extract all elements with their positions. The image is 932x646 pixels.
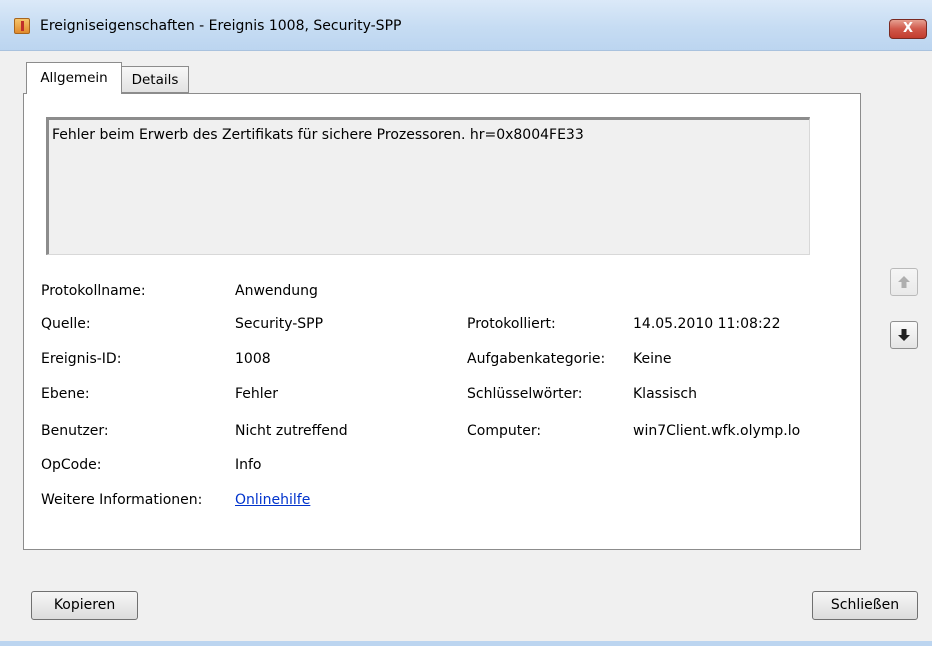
event-id-label: Ereignis-ID: xyxy=(41,351,122,367)
event-viewer-icon xyxy=(14,18,30,34)
event-id-value: 1008 xyxy=(235,351,271,367)
previous-event-button[interactable] xyxy=(890,268,918,296)
user-value: Nicht zutreffend xyxy=(235,423,348,439)
arrow-up-icon xyxy=(898,276,910,288)
log-name-value: Anwendung xyxy=(235,283,318,299)
source-label: Quelle: xyxy=(41,316,91,332)
logged-label: Protokolliert: xyxy=(467,316,556,332)
source-value: Security-SPP xyxy=(235,316,324,332)
logged-value: 14.05.2010 11:08:22 xyxy=(633,316,781,332)
task-category-label: Aufgabenkategorie: xyxy=(467,351,606,367)
arrow-down-icon xyxy=(898,329,910,341)
user-label: Benutzer: xyxy=(41,423,109,439)
keywords-label: Schlüsselwörter: xyxy=(467,386,583,402)
tab-details[interactable]: Details xyxy=(122,66,189,93)
log-name-label: Protokollname: xyxy=(41,283,146,299)
computer-value: win7Client.wfk.olymp.lo xyxy=(633,423,801,439)
copy-button[interactable]: Kopieren xyxy=(31,591,138,620)
title-bar: Ereigniseigenschaften - Ereignis 1008, S… xyxy=(0,0,932,51)
next-event-button[interactable] xyxy=(890,321,918,349)
window-frame-bottom xyxy=(0,641,932,646)
close-button[interactable]: Schließen xyxy=(812,591,918,620)
close-window-button[interactable]: X xyxy=(889,19,927,39)
opcode-label: OpCode: xyxy=(41,457,102,473)
opcode-value: Info xyxy=(235,457,262,473)
more-info-label: Weitere Informationen: xyxy=(41,492,203,508)
computer-label: Computer: xyxy=(467,423,542,439)
level-label: Ebene: xyxy=(41,386,90,402)
tab-general[interactable]: Allgemein xyxy=(26,62,122,94)
keywords-value: Klassisch xyxy=(633,386,697,402)
online-help-link[interactable]: Onlinehilfe xyxy=(235,492,310,508)
task-category-value: Keine xyxy=(633,351,672,367)
window-title: Ereigniseigenschaften - Ereignis 1008, S… xyxy=(40,18,402,34)
event-description-text: Fehler beim Erwerb des Zertifikats für s… xyxy=(52,127,584,143)
level-value: Fehler xyxy=(235,386,279,402)
